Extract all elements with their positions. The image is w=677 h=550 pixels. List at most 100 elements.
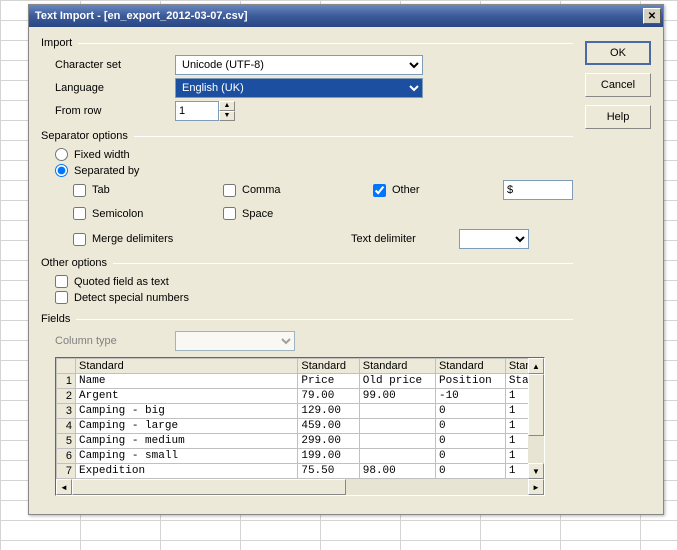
cell: 129.00	[298, 404, 359, 419]
fromrow-up-icon[interactable]: ▲	[219, 101, 235, 111]
table-row[interactable]: 6Camping - small199.0001	[57, 449, 544, 464]
space-checkbox[interactable]	[223, 207, 236, 220]
charset-label: Character set	[55, 59, 175, 71]
cell: 0	[435, 404, 505, 419]
table-row[interactable]: 7Expedition75.5098.0001	[57, 464, 544, 479]
cell: 79.00	[298, 389, 359, 404]
cell: Argent	[76, 389, 298, 404]
row-number: 6	[57, 449, 76, 464]
import-group: Import Character set Unicode (UTF-8) Lan…	[41, 37, 573, 124]
quoted-checkbox[interactable]	[55, 275, 68, 288]
charset-combo[interactable]: Unicode (UTF-8)	[175, 55, 423, 75]
cell: Position	[435, 374, 505, 389]
quoted-label: Quoted field as text	[74, 276, 169, 288]
import-legend: Import	[41, 37, 72, 49]
cell: Old price	[359, 374, 435, 389]
table-row[interactable]: 5Camping - medium299.0001	[57, 434, 544, 449]
coltype-label: Column type	[55, 335, 175, 347]
row-number: 1	[57, 374, 76, 389]
cell: 0	[435, 464, 505, 479]
scroll-up-icon[interactable]: ▲	[528, 358, 544, 374]
comma-checkbox[interactable]	[223, 184, 236, 197]
separator-legend: Separator options	[41, 130, 128, 142]
fixed-width-label: Fixed width	[74, 149, 130, 161]
fromrow-label: From row	[55, 105, 175, 117]
scroll-left-icon[interactable]: ◄	[56, 479, 72, 495]
cell: Camping - large	[76, 419, 298, 434]
row-number: 4	[57, 419, 76, 434]
merge-label: Merge delimiters	[92, 233, 173, 245]
text-import-dialog: Text Import - [en_export_2012-03-07.csv]…	[28, 4, 664, 515]
row-number: 2	[57, 389, 76, 404]
cell: 0	[435, 434, 505, 449]
table-row[interactable]: 1NamePriceOld pricePositionSta	[57, 374, 544, 389]
fields-group: Fields Column type	[41, 313, 573, 496]
table-row[interactable]: 2Argent79.0099.00-101	[57, 389, 544, 404]
textdelim-label: Text delimiter	[351, 233, 451, 245]
col-header[interactable]: Standard	[435, 359, 505, 374]
preview-table[interactable]: Standard Standard Standard Standard Stan	[56, 358, 544, 479]
cell: 299.00	[298, 434, 359, 449]
tab-checkbox[interactable]	[73, 184, 86, 197]
separated-by-radio[interactable]	[55, 164, 68, 177]
fields-legend: Fields	[41, 313, 70, 325]
language-label: Language	[55, 82, 175, 94]
cell: Name	[76, 374, 298, 389]
detect-checkbox[interactable]	[55, 291, 68, 304]
cell: 0	[435, 419, 505, 434]
fixed-width-radio[interactable]	[55, 148, 68, 161]
window-title: Text Import - [en_export_2012-03-07.csv]	[35, 10, 643, 22]
preview-vscroll[interactable]: ▲ ▼	[528, 358, 544, 479]
col-header[interactable]: Standard	[298, 359, 359, 374]
cell: Camping - big	[76, 404, 298, 419]
cell	[359, 449, 435, 464]
preview-header-row: Standard Standard Standard Standard Stan	[57, 359, 544, 374]
row-number: 7	[57, 464, 76, 479]
other-input[interactable]	[503, 180, 573, 200]
semicolon-checkbox[interactable]	[73, 207, 86, 220]
other-options-group: Other options Quoted field as text Detec…	[41, 257, 573, 307]
scroll-down-icon[interactable]: ▼	[528, 463, 544, 479]
semicolon-label: Semicolon	[92, 208, 143, 220]
cell: -10	[435, 389, 505, 404]
col-header[interactable]: Standard	[76, 359, 298, 374]
detect-label: Detect special numbers	[74, 292, 189, 304]
cell	[359, 404, 435, 419]
ok-button[interactable]: OK	[585, 41, 651, 65]
other-label: Other	[392, 184, 420, 196]
table-row[interactable]: 3Camping - big129.0001	[57, 404, 544, 419]
close-icon[interactable]: ✕	[643, 8, 661, 24]
cell: 199.00	[298, 449, 359, 464]
preview-hscroll[interactable]: ◄ ►	[56, 479, 544, 495]
cell: Price	[298, 374, 359, 389]
row-number: 5	[57, 434, 76, 449]
cell: Camping - small	[76, 449, 298, 464]
row-number: 3	[57, 404, 76, 419]
comma-label: Comma	[242, 184, 281, 196]
cell	[359, 434, 435, 449]
textdelim-combo[interactable]	[459, 229, 529, 249]
cell: 98.00	[359, 464, 435, 479]
fromrow-down-icon[interactable]: ▼	[219, 111, 235, 121]
cell: 75.50	[298, 464, 359, 479]
scroll-right-icon[interactable]: ►	[528, 479, 544, 495]
fromrow-input[interactable]	[175, 101, 219, 121]
cell: Camping - medium	[76, 434, 298, 449]
titlebar[interactable]: Text Import - [en_export_2012-03-07.csv]…	[29, 5, 663, 27]
cell: 0	[435, 449, 505, 464]
other-checkbox[interactable]	[373, 184, 386, 197]
language-combo[interactable]: English (UK)	[175, 78, 423, 98]
col-header[interactable]: Standard	[359, 359, 435, 374]
cell	[359, 419, 435, 434]
cancel-button[interactable]: Cancel	[585, 73, 651, 97]
table-row[interactable]: 4Camping - large459.0001	[57, 419, 544, 434]
help-button[interactable]: Help	[585, 105, 651, 129]
other-legend: Other options	[41, 257, 107, 269]
merge-checkbox[interactable]	[73, 233, 86, 246]
space-label: Space	[242, 208, 273, 220]
cell: 459.00	[298, 419, 359, 434]
cell: Expedition	[76, 464, 298, 479]
separator-group: Separator options Fixed width Separated …	[41, 130, 573, 251]
separated-by-label: Separated by	[74, 165, 139, 177]
cell: 99.00	[359, 389, 435, 404]
